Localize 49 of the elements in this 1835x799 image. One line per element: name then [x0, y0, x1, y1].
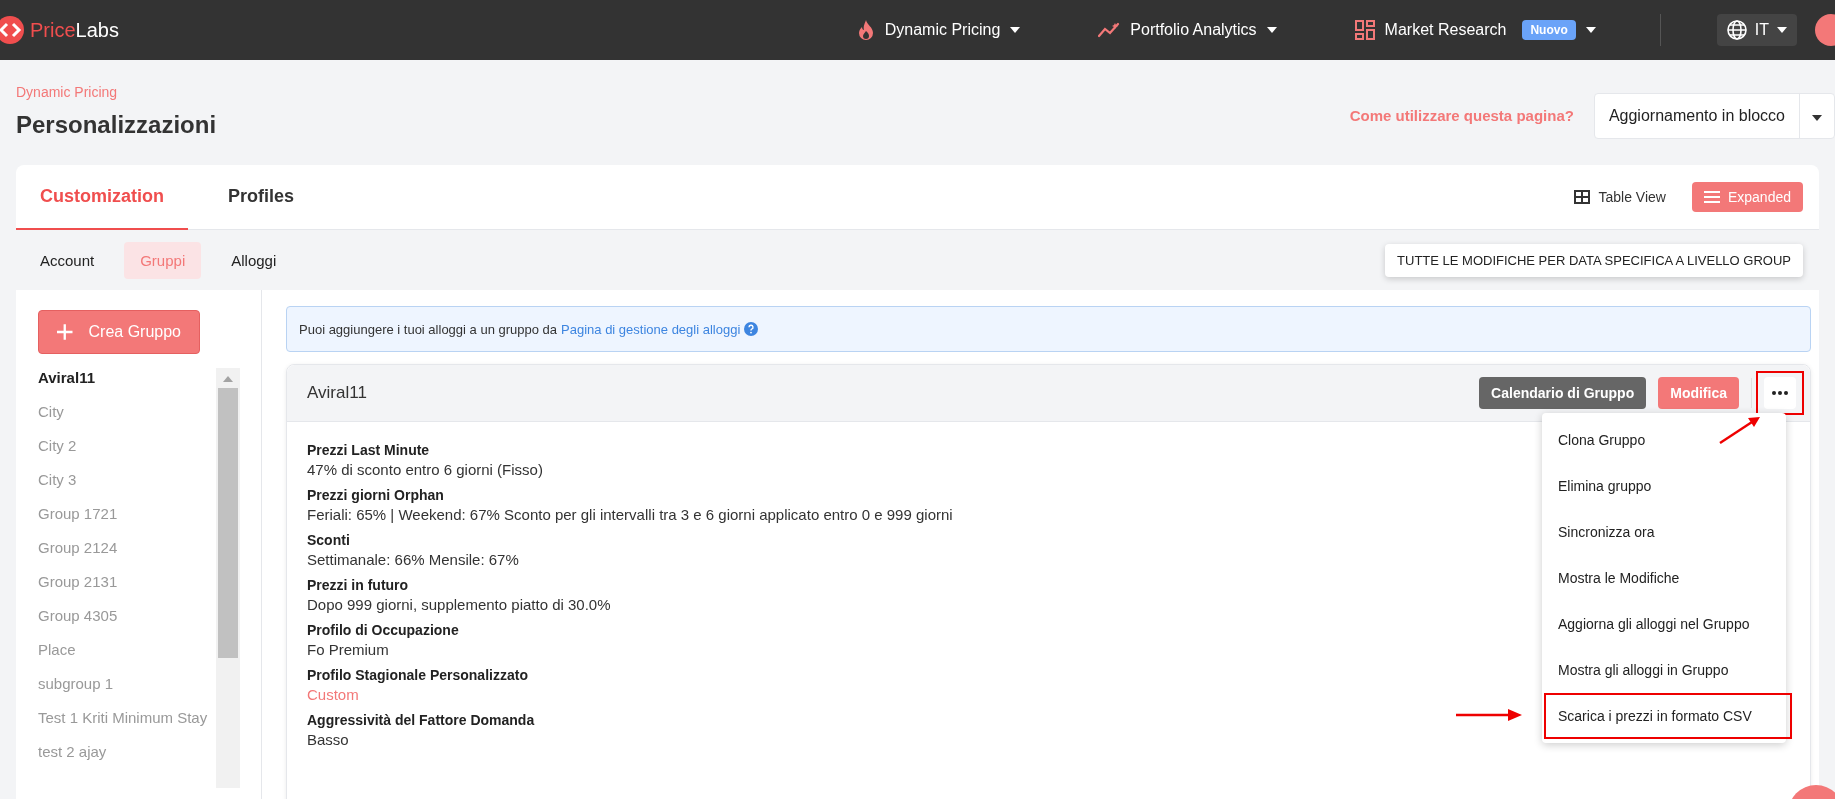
setting-label: Prezzi giorni Orphan	[307, 487, 444, 503]
group-list-item[interactable]: Place	[38, 640, 208, 660]
group-list-item[interactable]: test 2 ajay	[38, 742, 208, 762]
setting-label: Prezzi Last Minute	[307, 442, 430, 458]
setting-value: Feriali: 65% | Weekend: 67% Sconto per gli intervalli tra 3 e 6 giorni applicato entro 0 e 999 giorni	[307, 506, 953, 523]
setting-label: Prezzi in futuro	[307, 577, 409, 593]
bulk-update-button[interactable]: Aggiornamento in blocco	[1594, 93, 1799, 138]
setting-label: Sconti	[307, 532, 350, 548]
group-list-item[interactable]: City 3	[38, 470, 208, 490]
setting-label: Profilo di Occupazione	[307, 622, 459, 638]
setting-label: Aggressività del Fattore Domanda	[307, 712, 535, 728]
nav-menu-button[interactable]: Dynamic Pricing	[856, 20, 1021, 40]
group-list-item[interactable]: Group 2124	[38, 538, 208, 558]
setting-value: 47% di sconto entro 6 giorni (Fisso)	[307, 461, 543, 478]
menu-item[interactable]: Mostra gli alloggi in Gruppo	[1542, 647, 1786, 693]
setting-value: Dopo 999 giorni, supplemento piatto di 30.0%	[307, 596, 611, 613]
menu-item[interactable]: Mostra le Modifiche	[1542, 555, 1786, 601]
group-list-item[interactable]: City	[38, 402, 208, 422]
group-list-item[interactable]: Aviral11	[38, 368, 208, 388]
sub-tab[interactable]: Alloggi	[215, 241, 293, 279]
group-list-item[interactable]: City 2	[38, 436, 208, 456]
setting-label: Profilo Stagionale Personalizzato	[307, 667, 528, 683]
setting-value: Fo Premium	[307, 641, 389, 658]
nav-menu-button[interactable]: Portfolio Analytics	[1098, 21, 1277, 39]
menu-item[interactable]: Elimina gruppo	[1542, 463, 1786, 509]
group-list-item[interactable]: Group 2131	[38, 572, 208, 592]
nav-menu-button[interactable]: Market Research Nuovo	[1354, 20, 1596, 40]
group-list-item[interactable]: Group 1721	[38, 504, 208, 524]
group-list-item[interactable]: subgroup 1	[38, 674, 208, 694]
new-badge: Nuovo	[1522, 20, 1576, 40]
language-selector[interactable]: IT	[1716, 14, 1797, 46]
menu-item[interactable]: Clona Gruppo	[1542, 417, 1786, 463]
group-calendar-button[interactable]: Calendario di Gruppo	[1479, 377, 1647, 409]
group-name: Aviral11	[307, 383, 367, 403]
table-view-toggle[interactable]: Table View	[1562, 182, 1678, 212]
property-management-link[interactable]: Pagina di gestione degli alloggi	[561, 321, 741, 337]
logo[interactable]: PriceLabs	[0, 16, 119, 44]
date-changes-button[interactable]: TUTTE LE MODIFICHE PER DATA SPECIFICA A LIVELLO GROUP	[1385, 243, 1803, 277]
tab[interactable]: Profiles	[188, 165, 319, 230]
setting-value: Basso	[307, 731, 349, 748]
page-title: Personalizzazioni	[16, 111, 218, 139]
group-list-item[interactable]: Group 4305	[38, 606, 208, 626]
info-text: Puoi aggiungere i tuoi alloggi a un gruppo da	[299, 321, 558, 337]
menu-item[interactable]: Scarica i prezzi in formato CSV	[1542, 693, 1786, 739]
group-list-item[interactable]: Test 1 Kriti Minimum Stay	[38, 708, 208, 728]
sub-tab[interactable]: Account	[24, 241, 111, 279]
setting-value: Settimanale: 66% Mensile: 67%	[307, 551, 519, 568]
menu-item[interactable]: Aggiorna gli alloggi nel Gruppo	[1542, 601, 1786, 647]
menu-item[interactable]: Sincronizza ora	[1542, 509, 1786, 555]
